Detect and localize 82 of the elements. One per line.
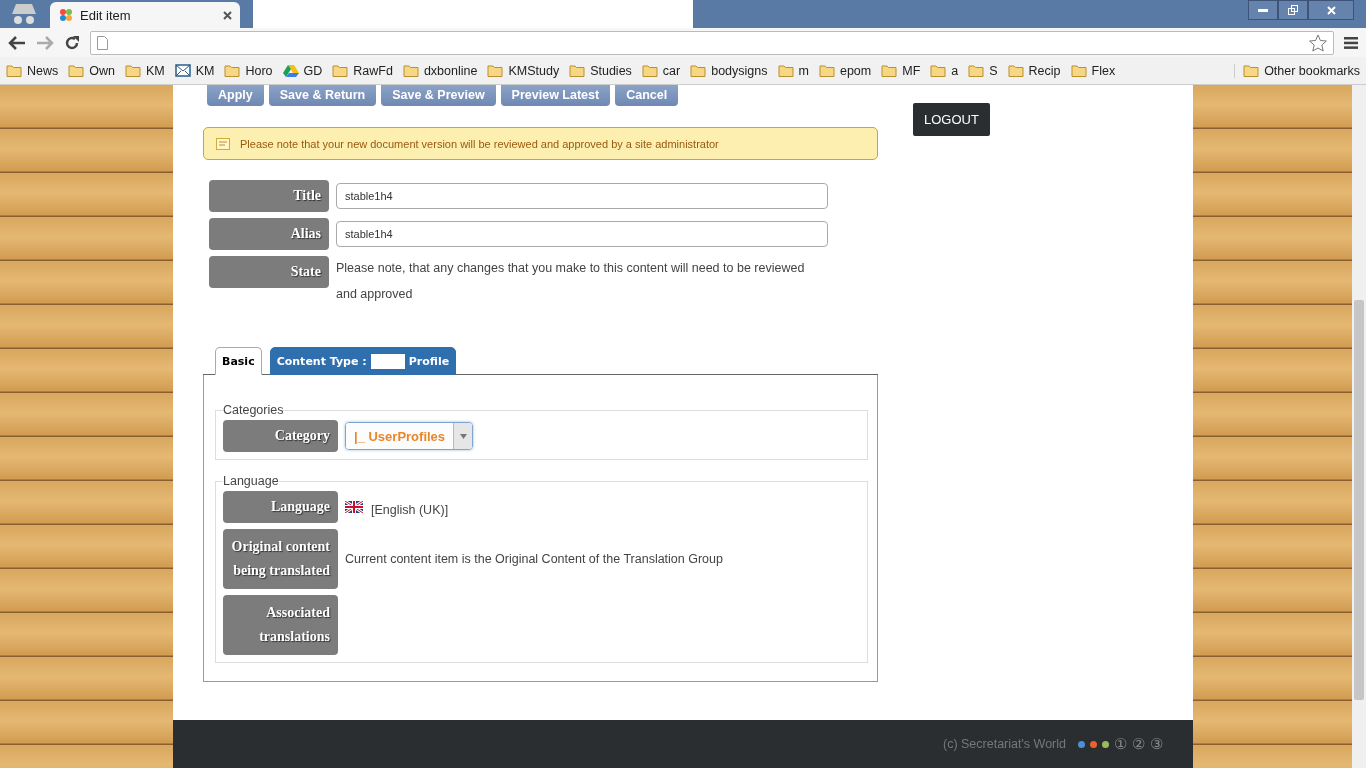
browser-tab[interactable]: Edit item: [50, 2, 240, 28]
folder-icon: [487, 64, 504, 77]
bookmark[interactable]: S: [968, 63, 998, 78]
page-link[interactable]: ①: [1114, 735, 1127, 753]
scrollbar[interactable]: [1352, 85, 1366, 768]
field-label: Category: [223, 420, 338, 452]
field-label: Alias: [209, 218, 329, 250]
fieldset-legend: Language: [223, 474, 279, 488]
minimize-button[interactable]: [1248, 0, 1278, 20]
field-label: Associated translations: [223, 595, 338, 655]
bookmark[interactable]: a: [930, 63, 959, 78]
note-icon: [216, 137, 230, 150]
folder-icon: [881, 64, 898, 77]
bookmark[interactable]: Own: [68, 63, 115, 78]
tab[interactable]: Content Type : Profile: [269, 347, 457, 375]
bookmark[interactable]: GD: [282, 63, 323, 78]
folder-icon: [777, 64, 794, 77]
folder-icon: [332, 64, 349, 77]
bookmark[interactable]: KM: [124, 63, 165, 78]
folder-icon: [1070, 64, 1087, 77]
bookmark[interactable]: KMStudy: [487, 63, 560, 78]
bookmark[interactable]: KM: [174, 63, 215, 78]
tab[interactable]: Basic: [215, 347, 262, 375]
copyright-text: (c) Secretariat's World: [942, 737, 1066, 751]
state-note: Please note, that any changes that you make to this content will need to be reviewed and approved: [336, 260, 806, 303]
field-label: Language: [223, 491, 338, 523]
flower-logo-icon: [58, 7, 74, 23]
folder-icon: [124, 64, 141, 77]
bookmark[interactable]: Horo: [224, 63, 273, 78]
folder-icon: [569, 64, 586, 77]
close-window-button[interactable]: [1308, 0, 1354, 20]
text-field[interactable]: stable1h4: [336, 183, 828, 209]
bookmark[interactable]: News: [6, 63, 59, 78]
reload-icon[interactable]: [64, 34, 80, 51]
restore-button[interactable]: [1278, 0, 1308, 20]
triangle-logo-icon: [282, 63, 299, 78]
folder-icon: [6, 64, 22, 77]
bookmark[interactable]: Flex: [1070, 63, 1116, 78]
close-icon: [1326, 5, 1336, 15]
bookmark[interactable]: MF: [881, 63, 921, 78]
field-label: Original content being translated: [223, 529, 338, 589]
bookmark[interactable]: epom: [818, 63, 872, 78]
field-label: State: [209, 256, 329, 288]
fieldset-legend: Categories: [223, 403, 284, 417]
bookmark[interactable]: RawFd: [332, 63, 393, 78]
folder-icon: [930, 64, 947, 77]
folder-icon: [968, 64, 985, 77]
minimize-icon: [1258, 8, 1268, 12]
envelope-icon: [174, 64, 191, 77]
folder-icon: [1007, 64, 1024, 77]
folder-icon: [224, 64, 241, 77]
page-link[interactable]: ②: [1132, 735, 1145, 753]
back-icon[interactable]: [8, 35, 26, 50]
field-label: Title: [209, 180, 329, 212]
star-icon[interactable]: [1309, 33, 1327, 52]
field-value: Current content item is the Original Content of the Translation Group: [345, 552, 723, 566]
bookmark[interactable]: Other bookmarks: [1234, 63, 1360, 78]
redacted-block: [370, 353, 405, 369]
bookmark[interactable]: car: [641, 63, 681, 78]
folder-icon: [818, 64, 835, 77]
menu-icon[interactable]: [1344, 36, 1358, 49]
folder-icon: [690, 64, 707, 77]
notice-text: Please note that your new document version will be reviewed and approved by a site administrator: [240, 137, 719, 150]
page-link[interactable]: ③: [1150, 735, 1163, 753]
folder-icon: [1243, 64, 1260, 77]
bookmark[interactable]: m: [777, 63, 809, 78]
tab-title: Edit item: [80, 7, 132, 23]
bookmark[interactable]: bodysigns: [690, 63, 768, 78]
flag-icon: [345, 501, 363, 513]
restore-icon: [1288, 5, 1298, 15]
bookmark[interactable]: Recip: [1007, 63, 1061, 78]
folder-icon: [641, 64, 658, 77]
text-field[interactable]: stable1h4: [336, 221, 828, 247]
close-icon[interactable]: [223, 10, 232, 20]
folder-icon: [402, 64, 419, 77]
language-value: [English (UK)]: [371, 503, 449, 517]
bookmark[interactable]: Studies: [569, 63, 632, 78]
page-icon: [97, 35, 108, 50]
caret-icon: [459, 433, 467, 439]
folder-icon: [68, 64, 85, 77]
logout-button[interactable]: LOGOUT: [913, 103, 990, 136]
bookmark[interactable]: dxbonline: [402, 63, 478, 78]
